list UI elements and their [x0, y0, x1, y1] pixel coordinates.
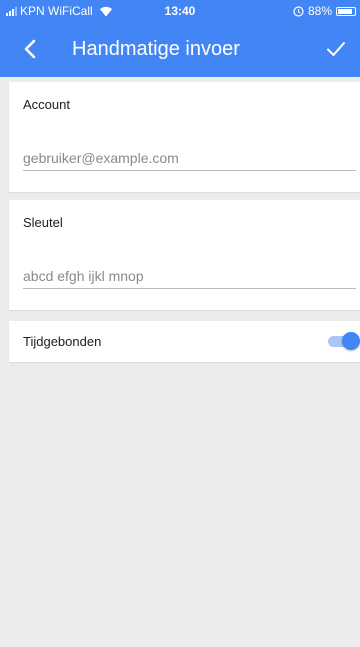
account-input[interactable] — [23, 146, 356, 171]
back-button[interactable] — [16, 35, 44, 63]
key-label: Sleutel — [23, 215, 63, 230]
battery-fill — [338, 8, 352, 14]
key-card: Sleutel — [9, 200, 360, 310]
key-input[interactable] — [23, 264, 356, 289]
confirm-button[interactable] — [322, 35, 350, 63]
status-bar: KPN WiFiCall 13:40 88% — [0, 0, 360, 22]
chevron-left-icon — [24, 39, 36, 59]
time-based-row: Tijdgebonden — [9, 321, 360, 362]
toolbar: Handmatige invoer — [0, 22, 360, 77]
status-right: 88% — [293, 0, 356, 22]
battery-percentage: 88% — [307, 4, 332, 18]
toggle-thumb — [342, 332, 360, 350]
checkmark-icon — [327, 42, 345, 56]
alarm-clock-icon — [293, 5, 304, 17]
account-label: Account — [23, 97, 70, 112]
time-based-toggle[interactable] — [328, 332, 360, 350]
time-based-label: Tijdgebonden — [23, 334, 102, 349]
page-title: Handmatige invoer — [72, 38, 240, 60]
battery-icon — [336, 6, 356, 16]
app-header: KPN WiFiCall 13:40 88% Handmatige invoer — [0, 0, 360, 77]
account-card: Account — [9, 82, 360, 192]
